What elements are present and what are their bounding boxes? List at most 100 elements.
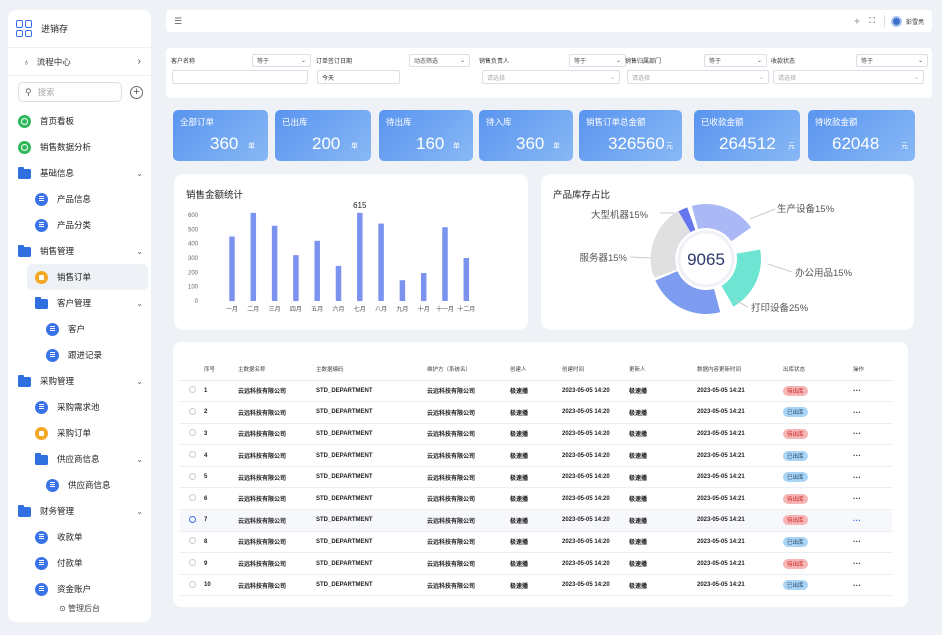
table-row[interactable]: 5 云远科技有限公司 STD_DEPARTMENT 云远科技有限公司 极速播 2023-0… <box>180 466 892 489</box>
sidebar-item[interactable]: 销售管理 ⌄ <box>8 238 151 264</box>
stat-title: 已出库 <box>282 117 308 127</box>
table-row[interactable]: 3 云远科技有限公司 STD_DEPARTMENT 云远科技有限公司 极速播 2023-0… <box>180 423 892 446</box>
sidebar-item[interactable]: 销售数据分析 <box>8 134 151 160</box>
filter-operator-select[interactable]: 等于 ⌄ <box>252 54 311 67</box>
sidebar-item[interactable]: 采购订单 <box>8 420 151 446</box>
row-radio[interactable] <box>188 580 196 588</box>
row-radio[interactable] <box>188 429 196 437</box>
table-row[interactable]: 2 云远科技有限公司 STD_DEPARTMENT 云远科技有限公司 极速播 2023-0… <box>180 401 892 424</box>
table-row[interactable]: 7 云远科技有限公司 STD_DEPARTMENT 云远科技有限公司 极速播 2023-0… <box>180 509 892 532</box>
cell-code: STD_DEPARTMENT <box>316 531 427 554</box>
sidebar-item[interactable]: 财务管理 ⌄ <box>8 498 151 524</box>
stat-card[interactable]: 已出库 200 单 <box>275 110 371 161</box>
cell-code: STD_DEPARTMENT <box>316 444 427 467</box>
filter-value-input[interactable]: 请选择 ⌄ <box>482 70 620 84</box>
sidebar-item[interactable]: 资金账户 <box>8 576 151 602</box>
table-row[interactable]: 6 云远科技有限公司 STD_DEPARTMENT 云远科技有限公司 极速播 2023-0… <box>180 487 892 511</box>
sidebar-item[interactable]: 跟进记录 <box>8 342 151 368</box>
bar[interactable] <box>271 225 278 301</box>
bar[interactable] <box>399 280 406 301</box>
stat-card[interactable]: 待收款金额 62048 元 <box>808 110 915 161</box>
slice-label: 打印设备25% <box>751 302 809 314</box>
bar[interactable] <box>314 240 320 301</box>
more-actions-icon[interactable]: ··· <box>853 559 861 568</box>
row-radio[interactable] <box>188 515 196 523</box>
stat-card[interactable]: 待出库 160 单 <box>379 110 473 161</box>
bar[interactable] <box>250 212 257 301</box>
filter-value-input[interactable]: 请选择 ⌄ <box>773 70 924 84</box>
column-header: 数据内容更新时间 <box>697 358 783 381</box>
chevron-down-icon: ⌄ <box>136 454 143 464</box>
flow-center-link[interactable]: ♁ 流程中心 › <box>8 48 151 76</box>
row-radio[interactable] <box>188 559 196 567</box>
row-radio[interactable] <box>188 472 196 480</box>
sidebar-item[interactable]: 采购管理 ⌄ <box>8 368 151 394</box>
row-radio[interactable] <box>188 451 196 459</box>
sidebar-item[interactable]: 产品信息 <box>8 186 151 212</box>
sidebar-item[interactable]: 收款单 <box>8 524 151 550</box>
bar[interactable] <box>442 227 448 301</box>
table-row[interactable]: 1 云远科技有限公司 STD_DEPARTMENT 云远科技有限公司 极速播 2023-0… <box>180 380 892 403</box>
stat-card[interactable]: 待入库 360 单 <box>479 110 573 161</box>
sidebar-item[interactable]: 供应商信息 <box>8 472 151 498</box>
sidebar-item[interactable]: 产品分类 <box>8 212 151 238</box>
more-actions-icon[interactable]: ··· <box>853 537 861 546</box>
more-actions-icon[interactable]: ··· <box>853 516 861 525</box>
cell-creator: 极速播 <box>510 401 562 424</box>
filter-value-input[interactable]: 请选择 ⌄ <box>627 70 769 84</box>
more-actions-icon[interactable]: ··· <box>853 581 861 590</box>
sidebar-item[interactable]: 付款单 <box>8 550 151 576</box>
bar[interactable] <box>293 255 299 301</box>
more-actions-icon[interactable]: ··· <box>853 473 861 482</box>
search-icon: ⚲ <box>25 86 32 97</box>
search-input[interactable]: ⚲ 搜索 <box>18 82 122 102</box>
stat-card[interactable]: 已收款金额 264512 元 <box>694 110 800 161</box>
table-row[interactable]: 9 云远科技有限公司 STD_DEPARTMENT 云远科技有限公司 极速播 2023-0… <box>180 552 892 575</box>
more-actions-icon[interactable]: ··· <box>853 494 861 503</box>
menu-toggle-icon[interactable]: ☰ <box>174 16 182 27</box>
more-actions-icon[interactable]: ··· <box>853 451 861 460</box>
fullscreen-icon[interactable]: ⛶ <box>869 16 875 26</box>
bar[interactable] <box>335 265 342 301</box>
admin-link[interactable]: ⊙ 管理后台 <box>8 603 151 614</box>
row-radio[interactable] <box>188 537 196 545</box>
pin-icon[interactable]: ✧ <box>854 17 861 26</box>
bar[interactable] <box>463 258 470 301</box>
folder-icon <box>35 296 48 309</box>
filter-value: 请选择 <box>632 75 651 82</box>
filter-value-input[interactable]: 今天 <box>317 70 400 84</box>
sidebar-item[interactable]: 销售订单 <box>27 264 148 290</box>
sidebar-item[interactable]: 采购需求池 <box>8 394 151 420</box>
cell-name: 云远科技有限公司 <box>238 444 316 467</box>
sidebar-item[interactable]: 客户管理 ⌄ <box>8 290 151 316</box>
search-placeholder: 搜索 <box>37 87 55 97</box>
more-actions-icon[interactable]: ··· <box>853 386 861 395</box>
row-radio[interactable] <box>188 494 196 502</box>
table-row[interactable]: 4 云远科技有限公司 STD_DEPARTMENT 云远科技有限公司 极速播 2023-0… <box>180 444 892 467</box>
sidebar-item[interactable]: 客户 <box>8 316 151 342</box>
avatar[interactable] <box>890 15 902 27</box>
sidebar-item[interactable]: 基础信息 ⌄ <box>8 160 151 186</box>
filter-operator-select[interactable]: 等于 ⌄ <box>569 54 626 67</box>
filter-operator-select[interactable]: 等于 ⌄ <box>856 54 928 67</box>
doc-icon <box>35 582 48 596</box>
row-radio[interactable] <box>188 386 196 394</box>
filter-value-input[interactable] <box>172 70 308 84</box>
sidebar-item[interactable]: 供应商信息 ⌄ <box>8 446 151 472</box>
bar[interactable] <box>420 273 427 301</box>
more-actions-icon[interactable]: ··· <box>853 429 861 438</box>
table-row[interactable]: 10 云远科技有限公司 STD_DEPARTMENT 云远科技有限公司 极速播 2023-… <box>180 574 892 597</box>
bar[interactable] <box>229 236 235 302</box>
more-actions-icon[interactable]: ··· <box>853 408 861 417</box>
filter-operator-select[interactable]: 动态筛选 ⌄ <box>409 54 470 67</box>
stat-card[interactable]: 全部订单 360 单 <box>173 110 268 161</box>
table-row[interactable]: 8 云远科技有限公司 STD_DEPARTMENT 云远科技有限公司 极速播 2023-0… <box>180 531 892 554</box>
row-radio[interactable] <box>188 407 196 415</box>
add-button[interactable]: + <box>130 85 143 99</box>
cell-name: 云远科技有限公司 <box>238 574 316 597</box>
filter-operator-select[interactable]: 等于 ⌄ <box>704 54 767 67</box>
stat-card[interactable]: 销售订单总金额 326560 元 <box>579 110 682 161</box>
bar[interactable] <box>378 223 384 301</box>
bar[interactable] <box>357 212 363 301</box>
sidebar-item[interactable]: 首页看板 <box>8 108 151 134</box>
